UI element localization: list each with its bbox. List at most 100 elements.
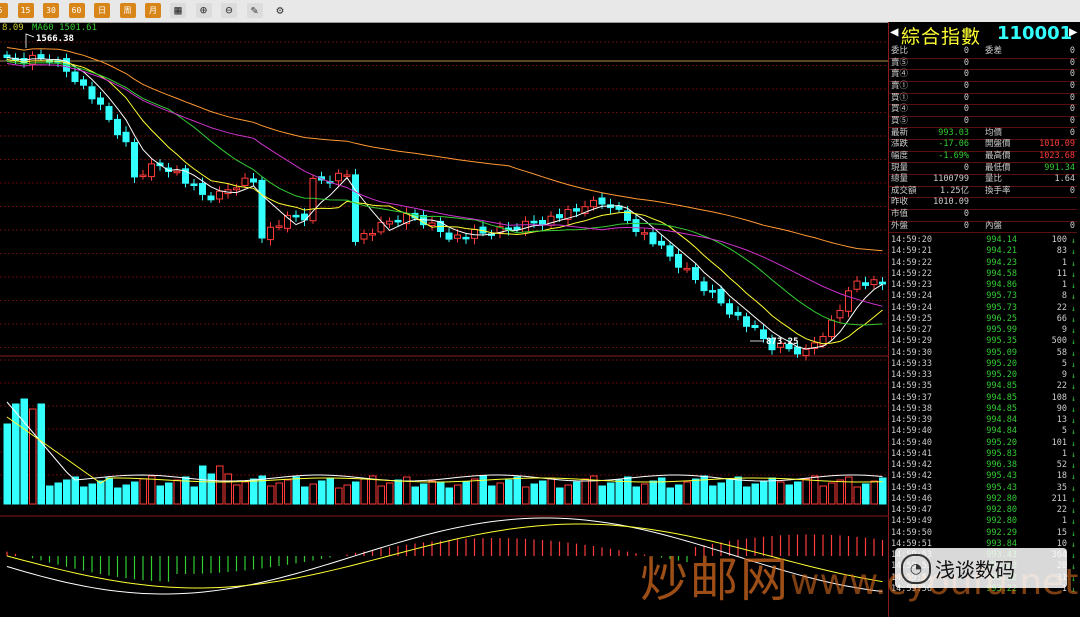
down-arrow-icon: ↓ <box>1071 371 1076 380</box>
gear-icon[interactable]: ⚙ <box>272 3 288 18</box>
volume-bar <box>513 476 521 505</box>
volume-bar <box>190 486 198 505</box>
volume-bar <box>836 479 844 505</box>
quote-value: 0 <box>963 92 969 103</box>
high-marker <box>25 33 35 48</box>
candle-body <box>658 240 665 246</box>
candlestick-chart[interactable]: 8.09 MA60 1501.61 1566.38 873.25 <box>0 22 888 617</box>
volume-bar <box>63 479 71 505</box>
volume-bar <box>394 479 402 505</box>
tick-row: 14:59:49 992.80 1 ↓ <box>889 516 1077 527</box>
tick-price: 995.35 <box>986 336 1017 347</box>
candle-body <box>641 232 648 235</box>
period-button-5[interactable]: 周 <box>119 3 136 18</box>
index-name: 綜合指數 <box>901 26 982 48</box>
volume-bar <box>445 487 453 505</box>
tick-volume: 5 <box>1061 426 1067 437</box>
volume-bar <box>105 477 113 505</box>
volume-bar <box>318 480 326 505</box>
candle-body <box>267 226 274 241</box>
period-button-1[interactable]: 15 <box>17 3 34 18</box>
period-button-2[interactable]: 30 <box>43 3 59 18</box>
tick-volume: 9 <box>1061 325 1067 335</box>
down-arrow-icon: ↓ <box>1071 326 1076 335</box>
volume-bar <box>114 487 122 505</box>
volume-bar <box>726 479 734 505</box>
zoom-out-icon[interactable]: ⊖ <box>221 3 237 18</box>
prev-arrow-icon[interactable]: ◀ <box>890 24 898 40</box>
volume-bar <box>29 408 37 505</box>
volume-bar <box>3 423 11 505</box>
volume-bar <box>862 483 870 505</box>
volume-bar <box>530 483 538 505</box>
candle-body <box>148 163 155 178</box>
candle-body <box>369 233 376 236</box>
tick-time: 14:59:27 <box>891 325 932 335</box>
tick-volume: 1 <box>1061 257 1067 268</box>
next-arrow-icon[interactable]: ▶ <box>1069 24 1077 40</box>
candle-body <box>275 225 283 228</box>
tick-volume: 22 <box>1056 381 1067 392</box>
period-button-4[interactable]: 日 <box>94 3 110 18</box>
down-arrow-icon: ↓ <box>1071 438 1076 448</box>
ma20-line <box>6 63 883 307</box>
quote-value: 1010.09 <box>933 197 969 208</box>
candle-body <box>352 174 359 242</box>
tick-row: 14:59:22 994.58 11 ↓ <box>889 269 1077 280</box>
tick-price: 992.80 <box>986 505 1017 515</box>
tick-volume: 500 <box>1051 336 1067 347</box>
candle-body <box>683 267 691 271</box>
down-arrow-icon: ↓ <box>1071 292 1076 302</box>
tick-price: 992.80 <box>986 516 1017 527</box>
tick-volume: 83 <box>1056 246 1067 257</box>
candle-body <box>539 220 546 225</box>
tick-time: 14:59:33 <box>891 370 932 380</box>
candle-body <box>573 208 580 212</box>
tick-row: 14:59:20 994.14 100 ↓ <box>889 235 1077 246</box>
low-price-label: 873.25 <box>766 337 799 347</box>
quote-label-2: 最低價 <box>985 162 1011 173</box>
draw-icon[interactable]: ✎ <box>246 3 263 18</box>
tick-time: 14:59:39 <box>891 415 932 425</box>
watermark-badge: ◔ 浅谈数码 <box>895 548 1067 588</box>
period-button-6[interactable]: 月 <box>145 3 161 18</box>
candle-body <box>199 183 206 195</box>
tick-time: 14:59:49 <box>891 516 932 527</box>
tick-time: 14:59:30 <box>891 347 932 358</box>
tick-row: 14:59:50 992.29 15 ↓ <box>889 528 1077 539</box>
tick-time: 14:59:23 <box>891 280 932 290</box>
candle-body <box>709 290 716 293</box>
tick-price: 992.29 <box>986 527 1017 538</box>
zoom-in-icon[interactable]: ⊕ <box>195 3 212 18</box>
volume-bar <box>845 476 853 505</box>
volume-bar <box>717 482 725 505</box>
volume-bar <box>641 483 649 505</box>
candle-body <box>216 190 223 200</box>
candle-body <box>250 178 257 183</box>
volume-bar <box>505 479 513 505</box>
quote-value: 0 <box>963 209 969 220</box>
quote-label: 賣① <box>891 80 909 91</box>
volume-bar <box>88 483 96 505</box>
tick-time: 14:59:46 <box>891 493 932 504</box>
tick-price: 995.20 <box>986 437 1017 448</box>
tick-row: 14:59:29 995.35 500 ↓ <box>889 336 1077 347</box>
tick-price: 995.09 <box>986 347 1017 358</box>
candle-body <box>360 233 368 240</box>
quote-value-2: 991.34 <box>1044 162 1075 173</box>
candle-body <box>717 288 725 304</box>
candle-body <box>862 282 869 286</box>
down-arrow-icon: ↓ <box>1071 269 1076 279</box>
volume-bar <box>632 486 640 505</box>
tick-row: 14:59:35 994.85 22 ↓ <box>889 381 1077 392</box>
volume-bar <box>853 486 861 505</box>
period-button-3[interactable]: 60 <box>68 3 85 18</box>
candle-body <box>836 309 844 319</box>
period-button-0[interactable]: 5 <box>0 3 8 18</box>
tick-price: 994.84 <box>986 415 1017 425</box>
volume-bar <box>819 485 827 505</box>
table-icon[interactable]: ▦ <box>170 3 186 18</box>
tick-volume: 101 <box>1051 437 1067 448</box>
candle-body <box>335 172 342 182</box>
tick-time: 14:59:20 <box>891 235 932 245</box>
